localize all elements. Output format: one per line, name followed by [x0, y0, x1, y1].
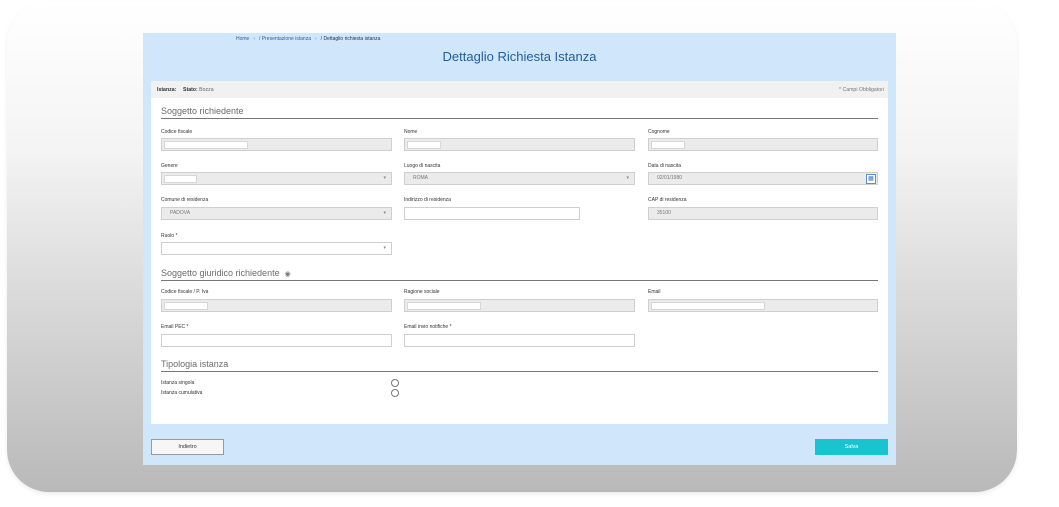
stato-value: Bozza	[199, 87, 214, 93]
status-bar: Istanza: Stato: Bozza * Campi Obbligator…	[151, 81, 888, 98]
save-button[interactable]: Salva	[815, 439, 888, 455]
luogo-nascita-value: ROMA	[413, 175, 428, 181]
required-note: * Campi Obbligatori	[839, 87, 884, 93]
radio-istanza-singola[interactable]	[391, 379, 399, 387]
nome-field[interactable]	[404, 138, 635, 151]
ruolo-label: Ruolo *	[161, 233, 178, 239]
cognome-label: Cognome	[648, 129, 670, 135]
eye-icon[interactable]: ◉	[285, 271, 291, 278]
email-notifiche-label: Email invio notifiche *	[404, 324, 452, 330]
calendar-icon[interactable]: ▦	[866, 174, 876, 184]
section-divider	[161, 280, 878, 281]
comune-residenza-value: PADOVA	[170, 210, 191, 216]
section-title-giuridico-text: Soggetto giuridico richiedente	[161, 268, 280, 278]
indirizzo-residenza-field[interactable]	[404, 207, 580, 220]
breadcrumb-separator: ›	[315, 36, 317, 42]
nome-value	[407, 141, 441, 149]
stato-label: Stato:	[183, 87, 198, 93]
email-pec-field[interactable]	[161, 334, 392, 347]
cap-residenza-field[interactable]: 35100	[648, 207, 878, 220]
cap-residenza-label: CAP di residenza	[648, 197, 687, 203]
app-panel: Home › / Presentazione istanza › / Detta…	[143, 33, 896, 465]
section-title-tipologia: Tipologia istanza	[161, 359, 229, 369]
chevron-down-icon: ▾	[383, 210, 386, 216]
breadcrumb-separator: ›	[253, 36, 256, 42]
chevron-down-icon: ▾	[383, 175, 386, 181]
genere-value	[164, 175, 197, 183]
email-field[interactable]	[648, 299, 878, 312]
istanza-label: Istanza:	[157, 87, 177, 93]
cap-residenza-value: 35100	[657, 210, 671, 216]
email-notifiche-field[interactable]	[404, 334, 635, 347]
ragione-sociale-field[interactable]	[404, 299, 635, 312]
cognome-field[interactable]	[648, 138, 878, 151]
codice-fiscale-field[interactable]	[161, 138, 392, 151]
chevron-down-icon: ▾	[626, 175, 629, 181]
comune-residenza-label: Comune di residenza	[161, 197, 209, 203]
stato-field: Stato: Bozza	[183, 87, 214, 93]
form-card: Istanza: Stato: Bozza * Campi Obbligator…	[151, 81, 888, 424]
ruolo-select[interactable]: ▾	[161, 242, 392, 255]
ragione-sociale-label: Ragione sociale	[404, 289, 440, 295]
radio-istanza-cumulativa[interactable]	[391, 389, 399, 397]
codice-fiscale-piva-field[interactable]	[161, 299, 392, 312]
section-divider	[161, 371, 878, 372]
codice-fiscale-label: Codice fiscale	[161, 129, 193, 135]
comune-residenza-select[interactable]: PADOVA ▾	[161, 207, 392, 220]
codice-fiscale-value	[164, 141, 248, 149]
radio-label-singola: Istanza singola	[161, 380, 195, 386]
genere-label: Genere	[161, 163, 178, 169]
breadcrumb-home[interactable]: Home	[236, 36, 249, 42]
data-nascita-field[interactable]: 02/01/1980 ▦	[648, 172, 878, 185]
data-nascita-label: Data di nascita	[648, 163, 682, 169]
radio-label-cumulativa: Istanza cumulativa	[161, 390, 203, 396]
codice-fiscale-piva-label: Codice fiscale / P. Iva	[161, 289, 209, 295]
back-button[interactable]: Indietro	[151, 439, 224, 455]
section-divider	[161, 118, 878, 119]
cognome-value	[651, 141, 685, 149]
page-title: Dettaglio Richiesta Istanza	[442, 49, 597, 64]
ragione-sociale-value	[407, 302, 481, 310]
window-frame: Home › / Presentazione istanza › / Detta…	[7, 2, 1017, 492]
codice-fiscale-piva-value	[164, 302, 208, 310]
nome-label: Nome	[404, 129, 418, 135]
breadcrumb-current: / Dettaglio richiesta istanza	[320, 36, 381, 42]
breadcrumb-presentazione[interactable]: / Presentazione istanza	[259, 36, 311, 42]
luogo-nascita-label: Luogo di nascita	[404, 163, 441, 169]
luogo-nascita-select[interactable]: ROMA ▾	[404, 172, 635, 185]
section-title-giuridico: Soggetto giuridico richiedente ◉	[161, 268, 291, 278]
email-label: Email	[648, 289, 661, 295]
email-pec-label: Email PEC *	[161, 324, 189, 330]
data-nascita-value: 02/01/1980	[657, 175, 683, 181]
indirizzo-residenza-label: Indirizzo di residenza	[404, 197, 451, 203]
section-title-richiedente: Soggetto richiedente	[161, 106, 244, 116]
email-value	[651, 302, 765, 310]
chevron-down-icon: ▾	[383, 245, 386, 251]
breadcrumb: Home › / Presentazione istanza › / Detta…	[236, 36, 380, 42]
genere-select[interactable]: ▾	[161, 172, 392, 185]
